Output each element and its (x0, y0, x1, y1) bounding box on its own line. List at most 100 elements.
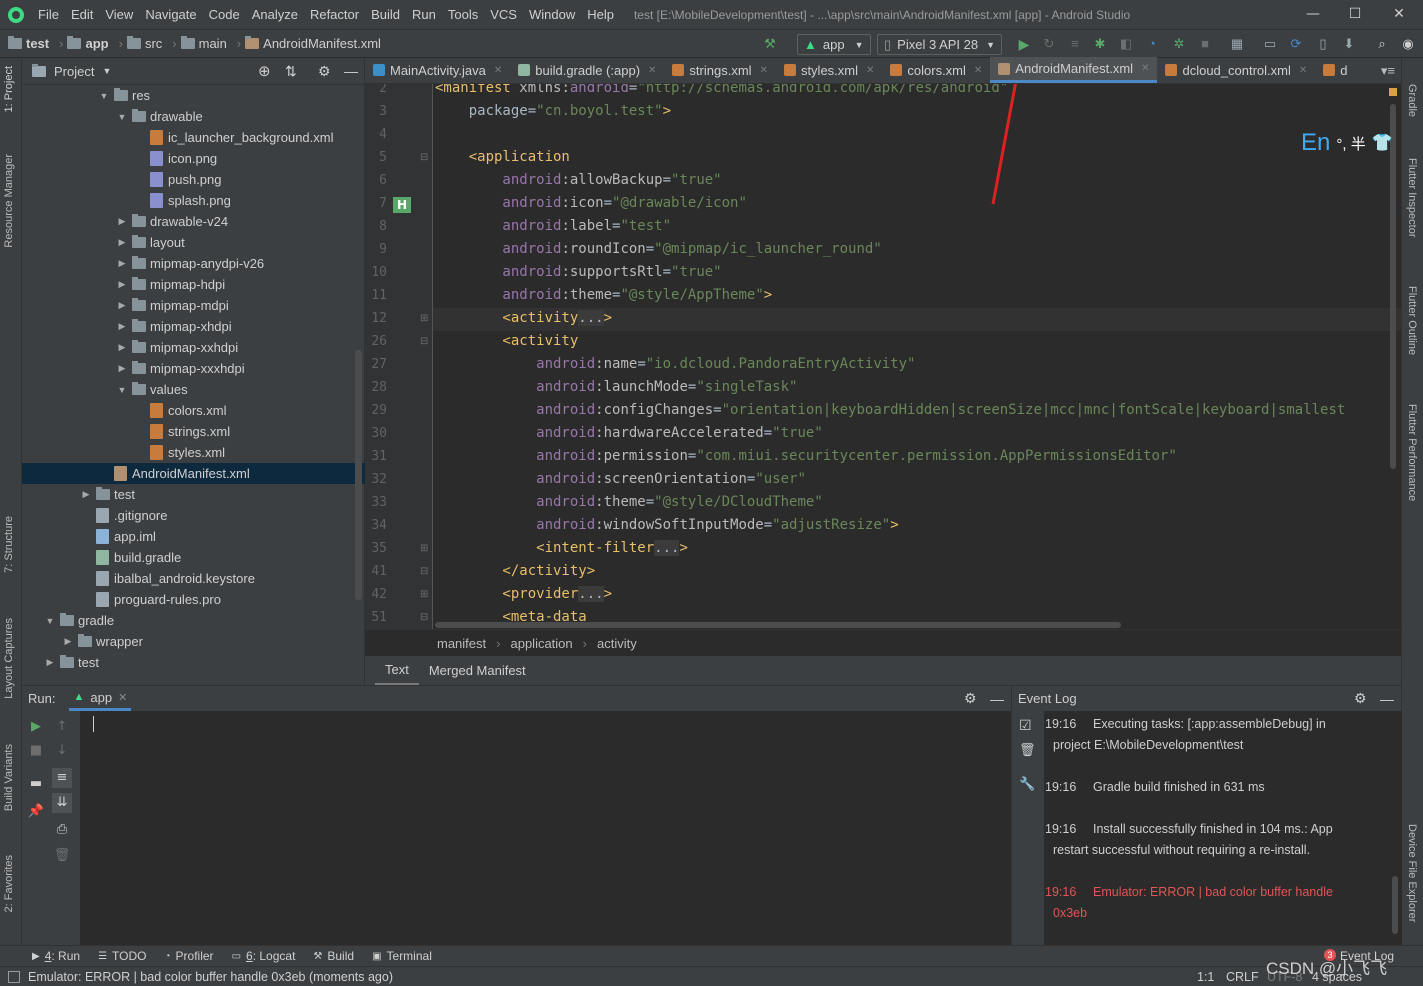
menu-refactor[interactable]: Refactor (310, 7, 359, 22)
tab-text[interactable]: Text (375, 656, 419, 685)
breadcrumb-item[interactable]: src (126, 36, 162, 51)
tab-favorites[interactable]: 2: Favorites (3, 855, 15, 912)
stop-icon[interactable]: ■ (1197, 36, 1213, 52)
chevron-right-icon[interactable]: ▶ (116, 342, 128, 353)
chevron-down-icon[interactable]: ▼ (98, 91, 110, 101)
run-config-select[interactable]: ▲ app ▼ (797, 34, 871, 55)
apply-changes-icon[interactable]: ↻ (1041, 36, 1057, 52)
account-icon[interactable]: ◉ (1400, 36, 1416, 52)
close-icon[interactable]: ✕ (1377, 0, 1421, 29)
tree-node[interactable]: splash.png (22, 190, 365, 211)
project-view-select[interactable]: Project (54, 64, 94, 79)
tree-node[interactable]: ▶ test (22, 652, 365, 673)
expand-fold-icon[interactable]: ⊞ (420, 307, 428, 330)
debug-icon[interactable]: ✱ (1092, 36, 1108, 52)
tool-window-todo[interactable]: ☰ TODO (98, 949, 146, 963)
tree-node[interactable]: colors.xml (22, 400, 365, 421)
device-select[interactable]: ▯ Pixel 3 API 28 ▼ (877, 34, 1003, 55)
avd-manager-icon[interactable]: ▯ (1315, 36, 1331, 52)
close-tab-icon[interactable]: ✕ (1299, 65, 1307, 76)
collapse-fold-icon[interactable]: ⊟ (420, 560, 428, 583)
editor-tab[interactable]: dcloud_control.xml ✕ (1157, 57, 1315, 83)
chevron-right-icon[interactable]: ▶ (44, 657, 56, 668)
tree-node[interactable]: ▶ mipmap-hdpi (22, 274, 365, 295)
editor-tab[interactable]: colors.xml ✕ (882, 57, 990, 83)
event-log-scrollbar[interactable] (1392, 876, 1398, 934)
tree-node[interactable]: strings.xml (22, 421, 365, 442)
chevron-down-icon[interactable]: ▼ (44, 616, 56, 626)
run-console[interactable] (80, 711, 1011, 946)
close-tab-icon[interactable]: ✕ (494, 65, 502, 76)
clear-all-icon[interactable]: 🗑 (52, 846, 72, 866)
line-separator[interactable]: CRLF (1226, 970, 1259, 984)
icon-preview-gutter-icon[interactable]: H (393, 197, 411, 213)
inspection-indicator-icon[interactable] (1389, 88, 1397, 96)
chevron-right-icon[interactable]: ▶ (116, 321, 128, 332)
tool-window-build[interactable]: ⚒ Build (313, 949, 354, 963)
layout-inspector-icon[interactable]: ▭ (1262, 36, 1278, 52)
editor-scrollbar[interactable] (1390, 104, 1396, 469)
menu-tools[interactable]: Tools (448, 7, 478, 22)
print-icon[interactable]: ⎙ (52, 820, 72, 840)
mark-all-read-icon[interactable]: ☑ (1019, 718, 1032, 734)
tool-window-profiler[interactable]: ◔ Profiler (165, 949, 214, 963)
tree-node[interactable]: ▼ drawable (22, 106, 365, 127)
tab-flutter-performance[interactable]: Flutter Performance (1406, 404, 1418, 501)
chevron-right-icon[interactable]: ▶ (116, 363, 128, 374)
chevron-right-icon[interactable]: ▶ (80, 489, 92, 500)
attach-debugger-icon[interactable]: ✲ (1171, 36, 1187, 52)
tool-window-terminal[interactable]: ▣ Terminal (372, 949, 432, 963)
run-icon[interactable]: ▶ (1016, 36, 1032, 52)
status-message[interactable]: Emulator: ERROR | bad color buffer handl… (28, 970, 393, 984)
tree-node[interactable]: ▶ mipmap-xxxhdpi (22, 358, 365, 379)
chevron-right-icon[interactable]: ▶ (116, 300, 128, 311)
editor-breadcrumb-item[interactable]: application (510, 636, 572, 651)
tree-node[interactable]: ibalbal_android.keystore (22, 568, 365, 589)
tree-node[interactable]: proguard-rules.pro (22, 589, 365, 610)
tool-window-logcat[interactable]: ▭ 6: Logcat (232, 949, 296, 963)
hide-panel-icon[interactable]: — (344, 63, 358, 79)
close-tab-icon[interactable]: ✕ (760, 65, 768, 76)
tree-node[interactable]: ▶ test (22, 484, 365, 505)
chevron-down-icon[interactable]: ▼ (116, 385, 128, 395)
event-message[interactable]: Emulator: ERROR | bad color buffer handl… (1093, 885, 1333, 899)
show-hidden-tabs-icon[interactable]: ▾≡ (1375, 63, 1401, 79)
tree-node[interactable]: styles.xml (22, 442, 365, 463)
tree-node[interactable]: ▶ mipmap-xhdpi (22, 316, 365, 337)
sdk-manager-icon[interactable]: ⬇ (1341, 36, 1357, 52)
tree-node[interactable]: ▶ mipmap-xxhdpi (22, 337, 365, 358)
menu-code[interactable]: Code (209, 7, 240, 22)
menu-navigate[interactable]: Navigate (145, 7, 196, 22)
editor-tab[interactable]: AndroidManifest.xml ✕ (990, 57, 1158, 83)
menu-help[interactable]: Help (587, 7, 614, 22)
tab-merged-manifest[interactable]: Merged Manifest (419, 656, 536, 685)
close-tab-icon[interactable]: ✕ (648, 65, 656, 76)
close-tab-icon[interactable]: ✕ (974, 65, 982, 76)
gear-icon[interactable]: ⚙ (318, 63, 331, 80)
chevron-right-icon[interactable]: ▶ (116, 216, 128, 227)
editor-breadcrumb-item[interactable]: manifest (437, 636, 486, 651)
editor-tab[interactable]: styles.xml ✕ (776, 57, 882, 83)
pin-icon[interactable]: 📌 (26, 802, 46, 822)
tab-structure[interactable]: 7: Structure (3, 516, 15, 573)
scroll-down-icon[interactable]: ↓ (52, 741, 72, 761)
menu-file[interactable]: File (38, 7, 59, 22)
chevron-right-icon[interactable]: ▶ (116, 258, 128, 269)
tab-project[interactable]: 1: Project (3, 66, 15, 112)
close-tab-icon[interactable]: ✕ (866, 65, 874, 76)
close-tab-icon[interactable]: ✕ (1141, 63, 1149, 74)
chevron-down-icon[interactable]: ▼ (102, 66, 111, 76)
tree-node[interactable]: icon.png (22, 148, 365, 169)
tree-node[interactable]: app.iml (22, 526, 365, 547)
editor-tab[interactable]: MainActivity.java ✕ (365, 57, 510, 83)
search-icon[interactable]: ⌕ (1374, 36, 1390, 52)
chevron-right-icon[interactable]: ▶ (116, 237, 128, 248)
hide-panel-icon[interactable]: — (1380, 691, 1394, 707)
editor-breadcrumb-item[interactable]: activity (597, 636, 637, 651)
sync-gradle-icon[interactable]: ⟳ (1288, 36, 1304, 52)
tree-node[interactable]: push.png (22, 169, 365, 190)
breadcrumb-item[interactable]: app (67, 36, 109, 51)
tab-gradle[interactable]: Gradle (1406, 84, 1418, 117)
breadcrumb-item[interactable]: test (8, 36, 49, 51)
tab-flutter-inspector[interactable]: Flutter Inspector (1406, 158, 1418, 237)
